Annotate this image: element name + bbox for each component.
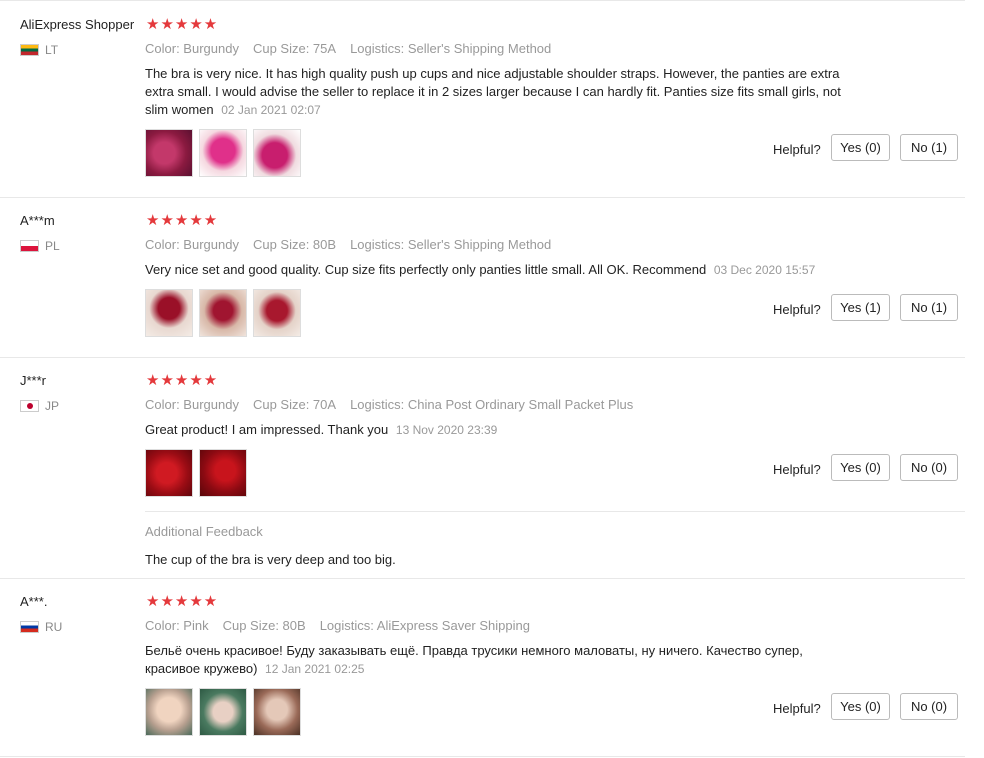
review-photos: [145, 688, 301, 736]
additional-feedback-divider: [145, 511, 965, 512]
review-photo-thumbnail[interactable]: [145, 129, 193, 177]
review-photos: [145, 129, 301, 177]
lithuania-flag-icon: [20, 44, 39, 56]
review-text: Very nice set and good quality. Cup size…: [145, 262, 707, 277]
logistics-info: Logistics: Seller's Shipping Method: [350, 237, 552, 252]
reviewer-name: A***m: [20, 213, 55, 228]
review-photo-thumbnail[interactable]: [145, 289, 193, 337]
review-text-block: The bra is very nice. It has high qualit…: [145, 65, 865, 119]
reviewer-country: PL: [20, 239, 60, 253]
product-cup-size: Cup Size: 70A: [252, 397, 337, 412]
helpful-no-button[interactable]: No (1): [900, 294, 958, 321]
review-photos: [145, 289, 301, 337]
review-date: 03 Dec 2020 15:57: [713, 263, 816, 277]
review-meta: Color: Burgundy Cup Size: 75A Logistics: S…: [145, 41, 565, 56]
logistics-info: Logistics: AliExpress Saver Shipping: [319, 618, 530, 633]
country-code: RU: [45, 620, 63, 634]
helpful-label: Helpful?: [773, 462, 821, 477]
review-text-block: Very nice set and good quality. Cup size…: [145, 261, 905, 279]
review-text-block: Great product! I am impressed. Thank you…: [145, 421, 865, 439]
review-meta: Color: Burgundy Cup Size: 70A Logistics: C…: [145, 397, 647, 412]
reviewer-name: A***.: [20, 594, 48, 609]
country-code: PL: [45, 239, 60, 253]
star-rating: ★★★★★: [146, 593, 219, 610]
product-cup-size: Cup Size: 75A: [252, 41, 337, 56]
review-photos: [145, 449, 247, 497]
product-cup-size: Cup Size: 80B: [252, 237, 337, 252]
country-code: JP: [45, 399, 60, 413]
review-text: Бельё очень красивое! Буду заказывать ещ…: [145, 643, 803, 676]
product-cup-size: Cup Size: 80B: [222, 618, 306, 633]
review-photo-thumbnail[interactable]: [145, 688, 193, 736]
helpful-no-button[interactable]: No (0): [900, 693, 958, 720]
review-photo-thumbnail[interactable]: [145, 449, 193, 497]
logistics-info: Logistics: Seller's Shipping Method: [350, 41, 552, 56]
review-photo-thumbnail[interactable]: [199, 449, 247, 497]
review-divider: [0, 578, 965, 579]
reviewer-country: LT: [20, 43, 58, 57]
logistics-info: Logistics: China Post Ordinary Small Pac…: [350, 397, 634, 412]
review-meta: Color: Pink Cup Size: 80B Logistics: AliEx…: [145, 618, 544, 633]
additional-feedback-label: Additional Feedback: [145, 524, 263, 539]
top-divider: [0, 0, 965, 1]
russia-flag-icon: [20, 621, 39, 633]
helpful-no-button[interactable]: No (0): [900, 454, 958, 481]
poland-flag-icon: [20, 240, 39, 252]
helpful-yes-button[interactable]: Yes (0): [831, 454, 890, 481]
product-color: Color: Burgundy: [145, 397, 239, 412]
helpful-label: Helpful?: [773, 701, 821, 716]
review-photo-thumbnail[interactable]: [199, 688, 247, 736]
review-divider: [0, 357, 965, 358]
reviewer-name: J***r: [20, 373, 47, 388]
helpful-yes-button[interactable]: Yes (1): [831, 294, 890, 321]
review-date: 02 Jan 2021 02:07: [221, 103, 321, 117]
reviewer-country: RU: [20, 620, 62, 634]
japan-flag-icon: [20, 400, 39, 412]
review-date: 12 Jan 2021 02:25: [265, 662, 365, 676]
helpful-no-button[interactable]: No (1): [900, 134, 958, 161]
country-code: LT: [45, 43, 59, 57]
additional-feedback-text: The cup of the bra is very deep and too …: [145, 552, 396, 567]
review-date: 13 Nov 2020 23:39: [395, 423, 498, 437]
product-color: Color: Burgundy: [145, 41, 239, 56]
star-rating: ★★★★★: [146, 212, 219, 229]
review-photo-thumbnail[interactable]: [253, 688, 301, 736]
reviewer-name: AliExpress Shopper: [20, 17, 135, 32]
star-rating: ★★★★★: [146, 372, 219, 389]
helpful-label: Helpful?: [773, 142, 821, 157]
helpful-label: Helpful?: [773, 302, 821, 317]
reviewer-country: JP: [20, 399, 59, 413]
review-photo-thumbnail[interactable]: [199, 289, 247, 337]
review-text: Great product! I am impressed. Thank you: [145, 422, 389, 437]
review-photo-thumbnail[interactable]: [253, 289, 301, 337]
product-color: Color: Pink: [145, 618, 209, 633]
helpful-yes-button[interactable]: Yes (0): [831, 693, 890, 720]
review-meta: Color: Burgundy Cup Size: 80B Logistics: S…: [145, 237, 565, 252]
review-divider: [0, 756, 965, 757]
review-photo-thumbnail[interactable]: [199, 129, 247, 177]
review-text-block: Бельё очень красивое! Буду заказывать ещ…: [145, 642, 845, 678]
helpful-yes-button[interactable]: Yes (0): [831, 134, 890, 161]
review-divider: [0, 197, 965, 198]
review-photo-thumbnail[interactable]: [253, 129, 301, 177]
star-rating: ★★★★★: [146, 16, 219, 33]
product-color: Color: Burgundy: [145, 237, 239, 252]
